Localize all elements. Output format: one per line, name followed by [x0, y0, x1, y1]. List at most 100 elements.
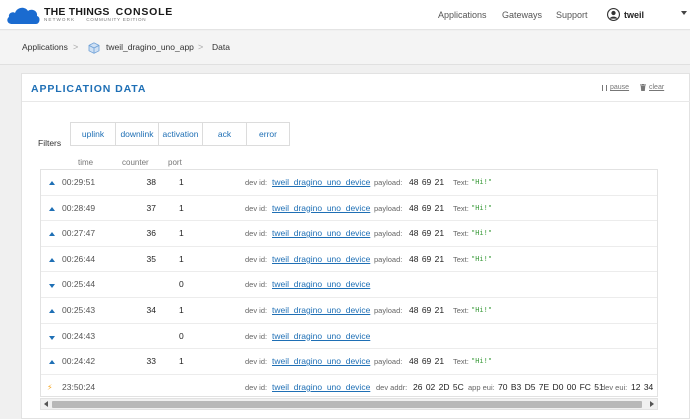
top-navbar: THE THINGS CONSOLE NETWORK COMMUNITY EDITI…: [0, 0, 690, 30]
filter-ack[interactable]: ack: [203, 123, 247, 145]
horizontal-scrollbar[interactable]: [40, 398, 658, 410]
dev-id-link[interactable]: tweil_dragino_uno_device: [272, 247, 370, 272]
table-row[interactable]: 00:28:49 37 1 dev id: tweil_dragino_uno_…: [41, 196, 657, 222]
uplink-arrow-icon: [49, 206, 55, 211]
breadcrumb: Applications > tweil_dragino_uno_app > D…: [0, 31, 690, 65]
table-row[interactable]: 00:24:43 0 dev id: tweil_dragino_uno_dev…: [41, 324, 657, 350]
application-data-panel: APPLICATION DATA pause clear Filters upl…: [21, 73, 690, 419]
row-text: "Hi!": [471, 254, 493, 263]
username: tweil: [624, 9, 645, 20]
row-port: 1: [179, 304, 184, 315]
table-row[interactable]: 00:25:43 34 1 dev id: tweil_dragino_uno_…: [41, 298, 657, 324]
brand-console: CONSOLE: [115, 5, 174, 18]
brand-name: THE THINGS: [44, 5, 110, 18]
table-row[interactable]: 00:24:42 33 1 dev id: tweil_dragino_uno_…: [41, 349, 657, 375]
uplink-arrow-icon: [49, 360, 55, 365]
table-row[interactable]: ⚡ 23:50:24 dev id: tweil_dragino_uno_dev…: [41, 375, 657, 396]
table-row[interactable]: 00:29:51 38 1 dev id: tweil_dragino_uno_…: [41, 170, 657, 196]
text-label: Text:: [453, 305, 469, 315]
row-time: 00:24:42: [62, 356, 96, 367]
row-time: 00:24:43: [62, 330, 96, 341]
row-payload: 48 69 21: [409, 304, 445, 315]
scroll-left-icon[interactable]: [44, 401, 48, 407]
clear-button[interactable]: clear: [640, 84, 664, 91]
filter-uplink[interactable]: uplink: [71, 123, 116, 145]
payload-label: payload:: [374, 178, 403, 187]
row-port: 1: [179, 356, 184, 367]
row-payload: 48 69 21: [409, 253, 445, 264]
text-label: Text:: [453, 254, 469, 264]
row-payload: 48 69 21: [409, 228, 445, 239]
dev-id-label: dev id:: [245, 382, 268, 392]
pause-icon: [602, 84, 607, 91]
dev-id-link[interactable]: tweil_dragino_uno_device: [272, 221, 370, 246]
nav-gateways[interactable]: Gateways: [502, 0, 542, 30]
data-table: 00:29:51 38 1 dev id: tweil_dragino_uno_…: [40, 169, 658, 397]
brand-edition: COMMUNITY EDITION: [86, 17, 147, 23]
downlink-arrow-icon: [49, 335, 55, 340]
column-header-counter: counter: [122, 158, 149, 167]
row-text: "Hi!": [471, 203, 493, 212]
row-port: 1: [179, 253, 184, 264]
breadcrumb-app-name[interactable]: tweil_dragino_uno_app: [106, 31, 194, 64]
scroll-right-icon[interactable]: [650, 401, 654, 407]
payload-label: payload:: [374, 254, 403, 264]
dev-id-link[interactable]: tweil_dragino_uno_device: [272, 349, 370, 374]
row-app-eui: 70 B3 D5 7E D0 00 FC 51: [498, 381, 604, 392]
dev-eui-label: dev eui:: [601, 382, 628, 392]
dev-id-label: dev id:: [245, 305, 268, 315]
filter-error[interactable]: error: [247, 123, 289, 145]
dev-addr-label: dev addr:: [376, 382, 408, 392]
row-text: "Hi!": [471, 178, 493, 186]
dev-id-label: dev id:: [245, 203, 268, 213]
table-row[interactable]: 00:25:44 0 dev id: tweil_dragino_uno_dev…: [41, 272, 657, 298]
text-label: Text:: [453, 178, 469, 187]
lightning-bolt-icon: ⚡: [47, 382, 53, 392]
panel-title: APPLICATION DATA: [31, 83, 147, 95]
row-time: 00:28:49: [62, 202, 96, 213]
nav-support[interactable]: Support: [556, 0, 588, 30]
dev-id-link[interactable]: tweil_dragino_uno_device: [272, 196, 370, 221]
dev-id-label: dev id:: [245, 357, 268, 367]
breadcrumb-applications[interactable]: Applications: [22, 31, 68, 64]
dev-id-link[interactable]: tweil_dragino_uno_device: [272, 375, 370, 396]
app-eui-label: app eui:: [468, 382, 495, 392]
scrollbar-thumb[interactable]: [52, 401, 642, 408]
pause-label: pause: [610, 84, 630, 91]
column-header-port: port: [168, 158, 182, 167]
text-label: Text:: [453, 203, 469, 213]
chevron-down-icon[interactable]: [681, 11, 687, 15]
dev-id-link[interactable]: tweil_dragino_uno_device: [272, 170, 370, 195]
row-port: 1: [179, 202, 184, 213]
clear-label: clear: [649, 84, 665, 91]
brand-network: NETWORK: [44, 17, 76, 23]
table-row[interactable]: 00:26:44 35 1 dev id: tweil_dragino_uno_…: [41, 247, 657, 273]
downlink-arrow-icon: [49, 284, 55, 289]
cube-icon: [88, 42, 100, 54]
payload-label: payload:: [374, 357, 403, 367]
nav-applications[interactable]: Applications: [438, 0, 487, 30]
ttn-logo[interactable]: THE THINGS CONSOLE NETWORK COMMUNITY EDITI…: [5, 5, 173, 25]
logo-wordmark: THE THINGS CONSOLE NETWORK COMMUNITY EDITI…: [44, 7, 173, 23]
dev-id-label: dev id:: [245, 229, 268, 239]
row-port: 0: [179, 279, 184, 290]
row-counter: 37: [146, 202, 156, 213]
row-counter: 38: [146, 177, 156, 187]
column-header-time: time: [78, 158, 94, 167]
filter-activation[interactable]: activation: [159, 123, 203, 145]
dev-id-link[interactable]: tweil_dragino_uno_device: [272, 298, 370, 323]
row-payload: 48 69 21: [409, 356, 445, 367]
pause-button[interactable]: pause: [602, 84, 629, 91]
row-time: 23:50:24: [62, 381, 96, 392]
dev-id-link[interactable]: tweil_dragino_uno_device: [272, 272, 370, 297]
dev-id-label: dev id:: [245, 280, 268, 290]
row-payload: 48 69 21: [409, 202, 445, 213]
uplink-arrow-icon: [49, 181, 55, 185]
user-menu[interactable]: tweil: [607, 8, 644, 21]
cloud-logo-icon: [7, 7, 40, 25]
dev-id-link[interactable]: tweil_dragino_uno_device: [272, 324, 370, 349]
filter-downlink[interactable]: downlink: [116, 123, 159, 145]
row-counter: 36: [146, 228, 156, 239]
row-counter: 33: [146, 356, 156, 367]
table-row[interactable]: 00:27:47 36 1 dev id: tweil_dragino_uno_…: [41, 221, 657, 247]
